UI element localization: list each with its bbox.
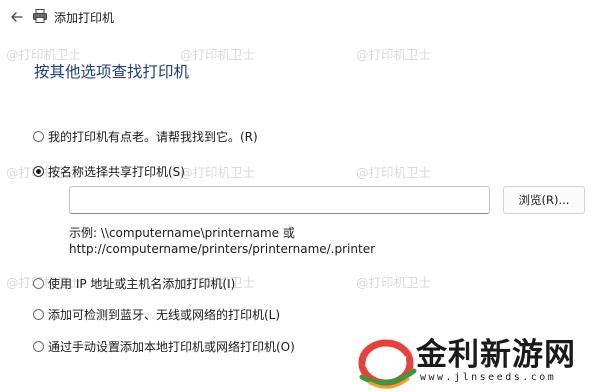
- option-label: 我的打印机有点老。请帮我找到它。(R): [48, 130, 258, 144]
- printer-icon: [32, 8, 48, 24]
- option-label: 按名称选择共享打印机(S): [48, 165, 185, 179]
- watermark-text: @打印机卫士: [356, 47, 432, 62]
- back-arrow-icon[interactable]: [8, 8, 26, 26]
- logo-name: 金利新游网: [416, 337, 576, 373]
- watermark-text: @打印机卫士: [180, 47, 256, 62]
- watermark-text: @打印机卫士: [180, 165, 256, 180]
- title-bar: 添加打印机: [0, 0, 600, 34]
- logo-url: www.jlnseeds.com: [420, 372, 557, 383]
- radio-button[interactable]: [33, 278, 44, 289]
- page-heading: 按其他选项查找打印机: [34, 63, 190, 81]
- option-label: 通过手动设置添加本地打印机或网络打印机(O): [48, 340, 295, 354]
- option-label: 添加可检测到蓝牙、无线或网络的打印机(L): [48, 308, 281, 322]
- radio-button[interactable]: [33, 341, 44, 352]
- option-manual-local-network[interactable]: 通过手动设置添加本地打印机或网络打印机(O): [33, 338, 295, 355]
- watermark-text: @打印机卫士: [356, 275, 432, 290]
- radio-button-selected[interactable]: [33, 166, 44, 177]
- browse-button[interactable]: 浏览(R)...: [503, 186, 585, 214]
- watermark-text: @打印机卫士: [356, 165, 432, 180]
- logo-mark-icon: [358, 339, 417, 389]
- option-label: 使用 IP 地址或主机名添加打印机(I): [48, 277, 236, 291]
- option-bluetooth-wireless-network[interactable]: 添加可检测到蓝牙、无线或网络的打印机(L): [33, 306, 280, 323]
- printer-name-input[interactable]: [69, 186, 490, 214]
- radio-button[interactable]: [33, 131, 44, 142]
- example-text-line2: http://computername/printers/printername…: [69, 242, 376, 256]
- option-old-printer[interactable]: 我的打印机有点老。请帮我找到它。(R): [33, 128, 258, 145]
- option-ip-address[interactable]: 使用 IP 地址或主机名添加打印机(I): [33, 275, 235, 292]
- window-title: 添加打印机: [54, 11, 115, 25]
- site-logo: 金利新游网 www.jlnseeds.com: [352, 325, 600, 392]
- option-shared-printer-by-name[interactable]: 按名称选择共享打印机(S): [33, 163, 185, 180]
- example-text-line1: 示例: \\computername\printername 或: [69, 226, 295, 240]
- radio-button[interactable]: [33, 309, 44, 320]
